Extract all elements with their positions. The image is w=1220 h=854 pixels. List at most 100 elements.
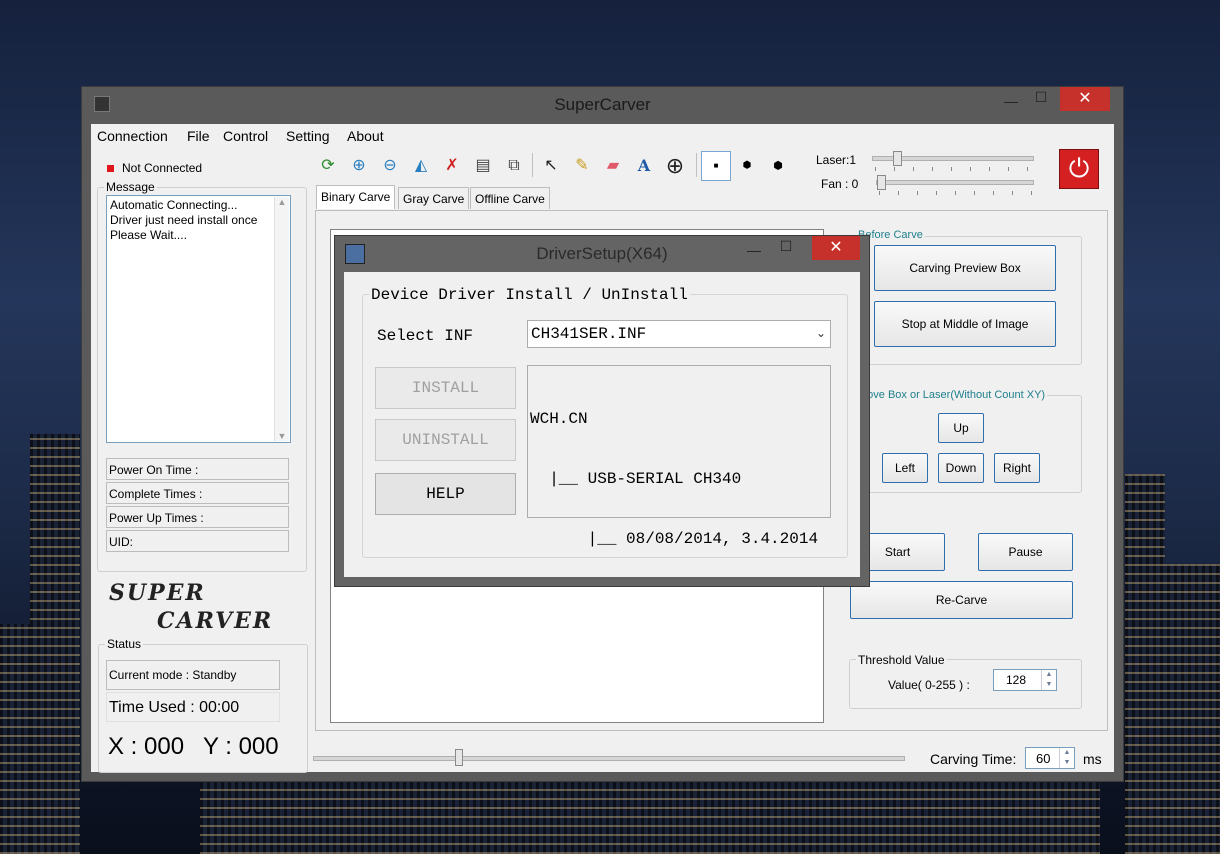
install-button[interactable]: INSTALL [375, 367, 516, 409]
tab-gray-carve[interactable]: Gray Carve [398, 187, 470, 209]
inf-select[interactable]: CH341SER.INF ⌄ [527, 320, 831, 348]
spin-down-icon[interactable]: ▼ [1059, 758, 1074, 768]
power-button[interactable]: ⏻ [1059, 149, 1099, 189]
power-icon: ⏻ [1068, 153, 1090, 183]
driver-group-title: Device Driver Install / UnInstall [369, 286, 690, 304]
driver-info-box: WCH.CN |__ USB-SERIAL CH340 |__ 08/08/20… [527, 365, 831, 548]
driver-info-line: |__ 08/08/2014, 3.4.2014 [530, 530, 819, 548]
zoom-in-icon[interactable]: ⊕ [344, 151, 374, 181]
tab-strip: Binary Carve Gray Carve Offline Carve [316, 185, 646, 211]
zoom-out-icon[interactable]: ⊖ [375, 151, 405, 181]
dialog-maximize-button[interactable]: ☐ [771, 238, 801, 256]
uid-field: UID: [106, 530, 289, 552]
medium-dot-icon[interactable]: ⬢ [732, 151, 762, 181]
toolbar-separator [696, 153, 697, 177]
carving-time-value: 60 [1036, 751, 1051, 766]
background-building [1160, 564, 1220, 854]
carving-preview-button[interactable]: Carving Preview Box [874, 245, 1056, 291]
small-dot-icon[interactable]: ■ [701, 151, 731, 181]
menu-bar: Connection File Control Setting About [91, 124, 1114, 150]
eraser-icon[interactable]: ▰ [598, 151, 628, 181]
transform-icon[interactable]: ⧉ [499, 151, 529, 181]
inf-select-value: CH341SER.INF [531, 325, 647, 343]
speed-slider-track[interactable] [313, 756, 905, 761]
scroll-down-icon[interactable]: ▼ [275, 431, 289, 441]
time-used: Time Used : 00:00 [106, 692, 280, 722]
text-icon[interactable]: A [629, 151, 659, 181]
threshold-spinner[interactable]: 128 ▲ ▼ [993, 669, 1057, 691]
menu-connection[interactable]: Connection [97, 128, 168, 144]
threshold-label: Value( 0-255 ) : [888, 678, 970, 692]
menu-about[interactable]: About [347, 128, 384, 144]
driver-info-line: WCH.CN [530, 410, 588, 428]
tab-offline-carve[interactable]: Offline Carve [470, 187, 550, 209]
message-line: Driver just need install once [110, 213, 258, 227]
carving-time-spinner[interactable]: 60 ▲ ▼ [1025, 747, 1075, 769]
left-button[interactable]: Left [882, 453, 928, 483]
chevron-down-icon[interactable]: ⌄ [816, 326, 826, 340]
y-coordinate: Y : 000 [203, 733, 279, 760]
message-line: Please Wait.... [110, 228, 187, 242]
laser-slider-ticks [875, 167, 1035, 171]
dialog-body: Device Driver Install / UnInstall Select… [344, 272, 860, 577]
background-building [200, 774, 1100, 854]
fan-slider-track[interactable] [876, 180, 1034, 185]
refresh-icon[interactable]: ⟳ [313, 151, 343, 181]
menu-setting[interactable]: Setting [286, 128, 330, 144]
speed-slider-thumb[interactable] [455, 749, 463, 766]
driver-setup-dialog: DriverSetup(X64) — ☐ ✕ Device Driver Ins… [334, 235, 870, 587]
close-button[interactable]: ✕ [1060, 87, 1110, 111]
message-scrollbar[interactable]: ▲ ▼ [274, 197, 289, 441]
message-line: Automatic Connecting... [110, 198, 238, 212]
select-inf-label: Select INF [377, 327, 474, 345]
spin-up-icon[interactable]: ▲ [1059, 748, 1074, 758]
crosshair-icon[interactable]: ⊕ [660, 151, 690, 181]
power-on-time: Power On Time : [106, 458, 289, 480]
delete-file-icon[interactable]: ✗ [437, 151, 467, 181]
driver-info-line: |__ USB-SERIAL CH340 [530, 470, 742, 488]
uninstall-button[interactable]: UNINSTALL [375, 419, 516, 461]
pencil-icon[interactable]: ✎ [567, 151, 597, 181]
tab-binary-carve[interactable]: Binary Carve [316, 185, 396, 209]
right-button[interactable]: Right [994, 453, 1040, 483]
toolbar-separator [532, 153, 533, 177]
background-building [1125, 474, 1165, 854]
stop-middle-button[interactable]: Stop at Middle of Image [874, 301, 1056, 347]
connection-status: Not Connected [122, 161, 203, 175]
current-mode: Current mode : Standby [106, 660, 280, 690]
background-building [30, 434, 80, 854]
maximize-button[interactable]: ☐ [1026, 89, 1056, 107]
pointer-icon[interactable]: ↖ [536, 151, 566, 181]
minimize-button[interactable]: — [996, 93, 1026, 111]
status-indicator [107, 165, 114, 172]
scroll-up-icon[interactable]: ▲ [275, 197, 289, 207]
fan-label: Fan : 0 [821, 177, 859, 191]
menu-file[interactable]: File [187, 128, 210, 144]
menu-control[interactable]: Control [223, 128, 268, 144]
carving-time-label: Carving Time: [930, 751, 1017, 767]
recarve-button[interactable]: Re-Carve [850, 581, 1073, 619]
dialog-close-button[interactable]: ✕ [812, 236, 860, 260]
large-dot-icon[interactable]: ⬢ [763, 151, 793, 181]
fan-slider-ticks [879, 191, 1035, 195]
logo-line1: SUPER [109, 580, 206, 606]
laser-slider-thumb[interactable] [893, 151, 902, 166]
save-icon[interactable]: ▤ [468, 151, 498, 181]
mirror-icon[interactable]: ◭ [406, 151, 436, 181]
down-button[interactable]: Down [938, 453, 984, 483]
spin-down-icon[interactable]: ▼ [1041, 680, 1056, 690]
complete-times: Complete Times : [106, 482, 289, 504]
logo-line2: CARVER [157, 608, 274, 634]
spin-up-icon[interactable]: ▲ [1041, 670, 1056, 680]
message-list[interactable]: Automatic Connecting... Driver just need… [106, 195, 291, 443]
laser-label: Laser:1 [816, 153, 857, 167]
up-button[interactable]: Up [938, 413, 984, 443]
help-button[interactable]: HELP [375, 473, 516, 515]
dialog-minimize-button[interactable]: — [739, 242, 769, 260]
window-title: SuperCarver [554, 95, 651, 114]
fan-slider-thumb[interactable] [877, 175, 886, 190]
pause-button[interactable]: Pause [978, 533, 1073, 571]
threshold-title: Threshold Value [856, 653, 947, 667]
status-title: Status [105, 637, 144, 651]
x-coordinate: X : 000 [108, 733, 185, 760]
